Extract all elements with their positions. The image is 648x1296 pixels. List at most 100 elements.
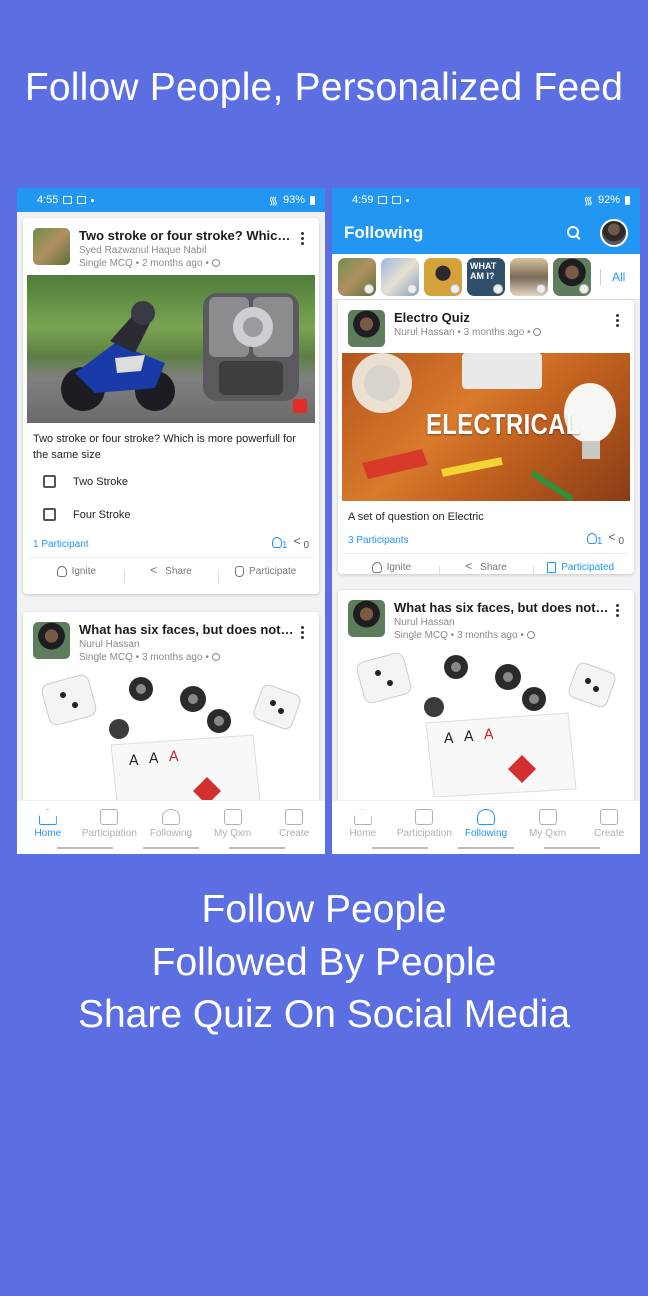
hand-icon xyxy=(235,566,245,577)
checkbox-icon[interactable] xyxy=(43,508,56,521)
globe-icon xyxy=(533,328,542,336)
left-phone-screen: 4:55 ᯾ 93% Two stroke or four stroke? Wh… xyxy=(17,188,325,854)
quiz-image-dice-cards: A A A xyxy=(338,647,634,797)
followed-user-avatar[interactable] xyxy=(338,257,376,296)
checkbox-icon[interactable] xyxy=(43,475,56,488)
nav-label: My Qxm xyxy=(213,828,252,839)
nav-label: Participation xyxy=(81,828,137,839)
following-stories-row: WHAT AM I? All xyxy=(332,254,640,300)
author-name[interactable]: Syed Razwanul Haque Nabil xyxy=(79,245,295,256)
quiz-card[interactable]: What has six faces, but does not w... Nu… xyxy=(23,612,319,812)
status-time: 4:55 xyxy=(37,194,59,206)
followed-user-avatar[interactable] xyxy=(381,257,419,296)
profile-avatar[interactable] xyxy=(600,219,628,247)
signal-icon: ᯾ xyxy=(268,194,278,207)
quiz-card[interactable]: What has six faces, but does not w... Nu… xyxy=(338,590,634,812)
more-options-icon[interactable] xyxy=(610,310,624,327)
card-actions: Ignite Share Participate xyxy=(29,557,313,585)
more-options-icon[interactable] xyxy=(295,228,309,245)
dot-icon xyxy=(406,198,410,202)
quiz-description: Two stroke or four stroke? Which is more… xyxy=(33,433,296,461)
participation-icon xyxy=(415,809,434,825)
author-avatar[interactable] xyxy=(348,600,385,637)
author-name[interactable]: Nurul Hassan xyxy=(79,639,295,650)
nav-label: Following xyxy=(464,828,508,839)
followed-user-avatar[interactable] xyxy=(510,257,548,296)
participants-count[interactable]: 3 Participants xyxy=(348,535,409,546)
headline: Follow People, Personalized Feed xyxy=(24,66,624,109)
ignite-icon xyxy=(271,537,282,548)
ignite-button[interactable]: Ignite xyxy=(344,562,439,573)
svg-text:A: A xyxy=(149,751,159,767)
option-label: Two Stroke xyxy=(73,475,129,488)
document-icon xyxy=(547,562,557,573)
followed-user-avatar[interactable] xyxy=(553,257,591,296)
feature-list: Follow People Followed By People Share Q… xyxy=(0,884,648,1042)
globe-icon xyxy=(526,631,535,639)
globe-icon xyxy=(211,653,220,661)
author-name[interactable]: Nurul Hassan xyxy=(394,327,455,338)
author-avatar[interactable] xyxy=(348,310,385,347)
quiz-meta: Single MCQ • 3 months ago • xyxy=(79,652,209,663)
quiz-card[interactable]: Two stroke or four stroke? Which i... Sy… xyxy=(23,218,319,594)
dice-cards-image: A A A xyxy=(356,652,616,797)
following-icon xyxy=(476,809,495,825)
status-bar: 4:59 ᯾ 92% xyxy=(332,188,640,212)
more-options-icon[interactable] xyxy=(610,600,624,617)
share-button[interactable]: Share xyxy=(123,563,219,584)
author-avatar[interactable] xyxy=(33,622,70,659)
more-options-icon[interactable] xyxy=(295,622,309,639)
option-label: Four Stroke xyxy=(73,508,131,521)
quiz-card[interactable]: Electro Quiz Nurul Hassan • 3 months ago… xyxy=(338,300,634,574)
status-bar: 4:55 ᯾ 93% xyxy=(17,188,325,212)
all-following-link[interactable]: All xyxy=(612,270,625,284)
nav-label: Home xyxy=(34,828,62,839)
quiz-title[interactable]: What has six faces, but does not w... xyxy=(394,600,610,615)
battery-level: 92% xyxy=(597,194,620,206)
quiz-title[interactable]: Two stroke or four stroke? Which i... xyxy=(79,228,295,243)
home-icon xyxy=(353,809,372,825)
create-icon xyxy=(600,809,619,825)
bottom-navigation: Home Participation Following My Qxm Crea… xyxy=(332,800,640,854)
bottom-navigation: Home Participation Following My Qxm Crea… xyxy=(17,800,325,854)
quiz-description: A set of question on Electric xyxy=(348,511,484,523)
svg-text:A: A xyxy=(129,753,139,769)
nav-label: Following xyxy=(149,828,193,839)
quiz-image-motorcycle-engine xyxy=(27,275,315,423)
followed-user-avatar[interactable] xyxy=(424,257,462,296)
card-actions: Ignite Share Participated xyxy=(344,553,628,574)
option-four-stroke[interactable]: Four Stroke xyxy=(23,498,319,531)
ignite-count: 1 xyxy=(281,540,288,551)
quiz-title[interactable]: What has six faces, but does not w... xyxy=(79,622,295,637)
divider xyxy=(600,268,601,285)
search-icon[interactable] xyxy=(564,223,584,243)
feature-line: Followed By People xyxy=(151,940,497,984)
share-icon xyxy=(150,563,160,577)
gallery-icon xyxy=(378,196,388,204)
story-label: WHAT AM I? xyxy=(470,260,497,281)
ignite-button[interactable]: Ignite xyxy=(29,566,124,577)
nav-label: Create xyxy=(279,828,310,839)
participate-button[interactable]: Participate xyxy=(218,566,313,584)
right-phone-screen: 4:59 ᯾ 92% Following WHAT AM I? All Elec… xyxy=(332,188,640,854)
followed-user-avatar[interactable]: WHAT AM I? xyxy=(467,257,505,296)
notification-icon xyxy=(77,196,87,204)
option-two-stroke[interactable]: Two Stroke xyxy=(23,465,319,498)
gesture-bar xyxy=(17,847,325,849)
quiz-title[interactable]: Electro Quiz xyxy=(394,310,610,325)
electrical-image-text: ELECTRICAL xyxy=(426,409,581,441)
dot-icon xyxy=(91,198,95,202)
svg-text:A: A xyxy=(169,749,179,765)
share-icon xyxy=(608,530,618,544)
app-bar: Following xyxy=(332,212,640,254)
author-name[interactable]: Nurul Hassan xyxy=(394,617,610,628)
ignite-icon xyxy=(586,533,597,544)
participated-button[interactable]: Participated xyxy=(533,562,628,574)
share-button[interactable]: Share xyxy=(438,559,534,574)
feature-line: Share Quiz On Social Media xyxy=(77,993,571,1036)
participants-count[interactable]: 1 Participant xyxy=(33,539,89,550)
author-avatar[interactable] xyxy=(33,228,70,265)
feature-line: Follow People xyxy=(201,888,447,931)
share-count: 0 xyxy=(303,539,309,551)
battery-icon xyxy=(310,195,315,205)
